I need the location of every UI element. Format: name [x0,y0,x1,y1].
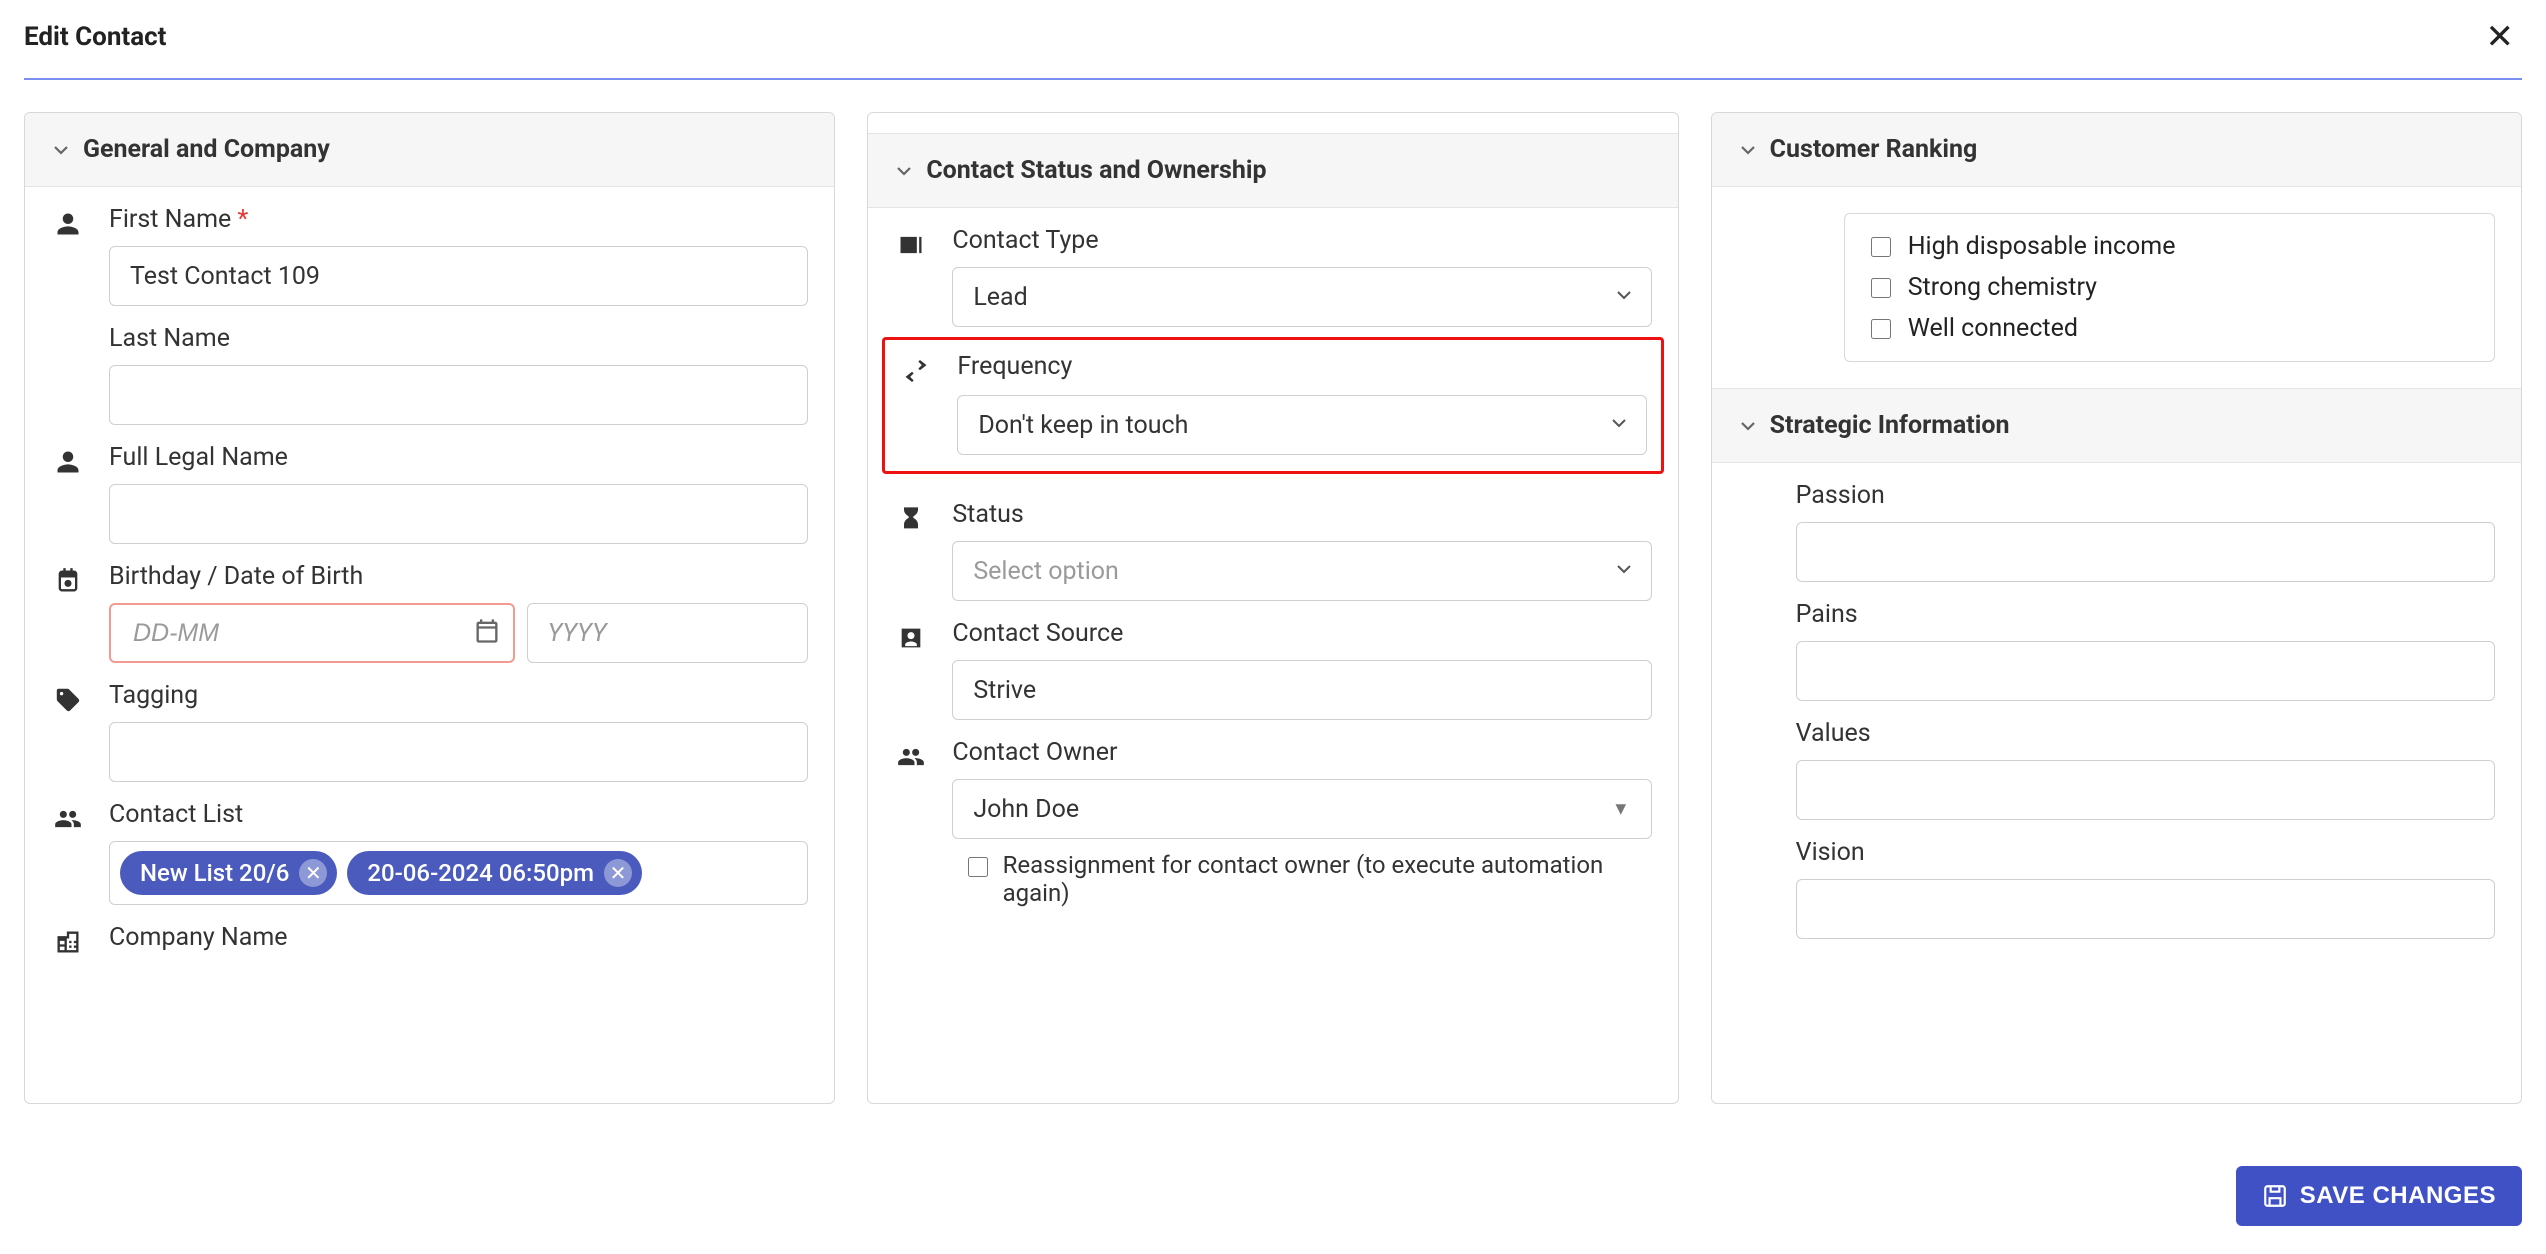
save-changes-button[interactable]: SAVE CHANGES [2236,1166,2522,1226]
dob-day-month-input[interactable] [131,618,420,649]
values-input[interactable] [1796,760,2495,820]
dob-day-month-input-wrap[interactable] [109,603,515,663]
company-name-label: Company Name [109,923,808,952]
values-label: Values [1796,719,2495,748]
swap-icon [899,354,933,388]
status-label: Status [952,500,1651,529]
section-title: Strategic Information [1770,411,2010,440]
chip-remove-icon[interactable]: ✕ [299,859,327,887]
section-title: Customer Ranking [1770,135,1978,164]
chip-label: New List 20/6 [140,859,289,887]
contact-list-input[interactable]: New List 20/6 ✕ 20-06-2024 06:50pm ✕ [109,841,808,905]
contact-source-label: Contact Source [952,619,1651,648]
first-name-input[interactable] [109,246,808,306]
contact-list-chip[interactable]: New List 20/6 ✕ [120,851,337,895]
frequency-label: Frequency [957,352,1646,381]
close-button[interactable]: ✕ [2478,16,2523,58]
last-name-label: Last Name [109,324,808,353]
reassignment-label: Reassignment for contact owner (to execu… [1003,851,1652,907]
first-name-label: First Name * [109,205,808,234]
last-name-input[interactable] [109,365,808,425]
section-title: Contact Status and Ownership [926,156,1266,185]
section-title: General and Company [83,135,330,164]
full-legal-name-label: Full Legal Name [109,443,808,472]
pains-label: Pains [1796,600,2495,629]
chevron-down-icon [1738,140,1758,160]
calendar-icon[interactable] [473,617,501,649]
status-select[interactable]: Select option [952,541,1651,601]
dob-year-input[interactable] [527,603,809,663]
contact-type-select[interactable]: Lead [952,267,1651,327]
chevron-down-icon [894,161,914,181]
person-icon [51,445,85,479]
ranking-option-label: Strong chemistry [1908,273,2097,302]
tagging-label: Tagging [109,681,808,710]
frequency-highlight: Frequency Don't keep in touch [882,337,1663,474]
company-icon [51,925,85,959]
pains-input[interactable] [1796,641,2495,701]
section-contact-status[interactable]: Contact Status and Ownership [868,133,1677,208]
ranking-option-label: High disposable income [1908,232,2176,261]
chip-label: 20-06-2024 06:50pm [367,859,594,887]
ranking-option[interactable]: Well connected [1867,314,2472,343]
chevron-down-icon [1738,416,1758,436]
passion-label: Passion [1796,481,2495,510]
contact-type-label: Contact Type [952,226,1651,255]
calendar-badge-icon [51,564,85,598]
id-card-icon [894,228,928,262]
frequency-select[interactable]: Don't keep in touch [957,395,1646,455]
page-title: Edit Contact [24,22,166,52]
people-icon [51,802,85,836]
vision-label: Vision [1796,838,2495,867]
ranking-checkbox-card: High disposable income Strong chemistry … [1844,213,2495,362]
section-general-company[interactable]: General and Company [25,113,834,187]
hourglass-icon [894,502,928,536]
ranking-option[interactable]: High disposable income [1867,232,2472,261]
ranking-checkbox[interactable] [1871,319,1891,339]
section-strategic-info[interactable]: Strategic Information [1712,388,2521,463]
passion-input[interactable] [1796,522,2495,582]
contact-list-chip[interactable]: 20-06-2024 06:50pm ✕ [347,851,642,895]
vision-input[interactable] [1796,879,2495,939]
contact-owner-select[interactable]: John Doe [952,779,1651,839]
contact-source-input[interactable] [952,660,1651,720]
people-icon [894,740,928,774]
save-button-label: SAVE CHANGES [2300,1182,2496,1210]
section-customer-ranking[interactable]: Customer Ranking [1712,113,2521,187]
tagging-input[interactable] [109,722,808,782]
ranking-option-label: Well connected [1908,314,2078,343]
dob-label: Birthday / Date of Birth [109,562,808,591]
save-icon [2262,1183,2288,1209]
person-icon [51,207,85,241]
ranking-checkbox[interactable] [1871,237,1891,257]
chevron-down-icon [51,140,71,160]
reassignment-checkbox[interactable] [968,857,987,877]
contact-list-label: Contact List [109,800,808,829]
ranking-option[interactable]: Strong chemistry [1867,273,2472,302]
contact-owner-label: Contact Owner [952,738,1651,767]
tag-icon [51,683,85,717]
chip-remove-icon[interactable]: ✕ [604,859,632,887]
full-legal-name-input[interactable] [109,484,808,544]
ranking-checkbox[interactable] [1871,278,1891,298]
contact-source-icon [894,621,928,655]
